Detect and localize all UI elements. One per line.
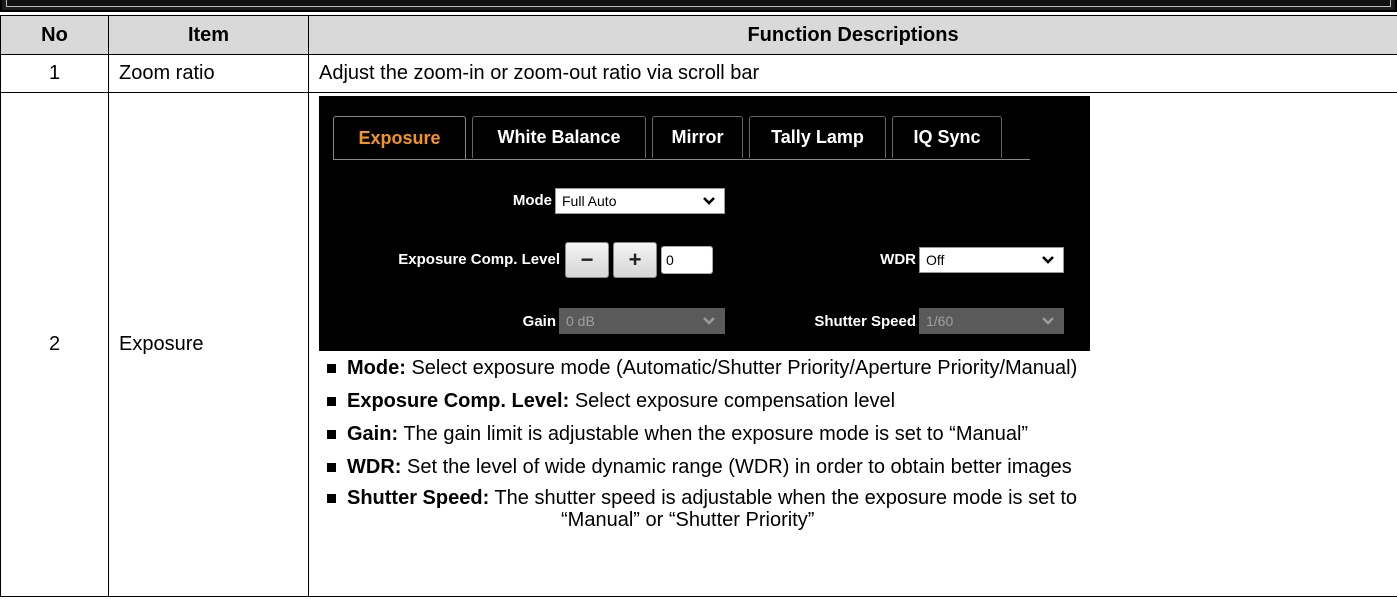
bullet-text: The gain limit is adjustable when the ex… <box>398 423 1029 445</box>
settings-tabs: Exposure White Balance Mirror Tally Lamp… <box>333 116 1008 160</box>
bullet-square-icon <box>327 397 336 406</box>
gain-select[interactable]: 0 dB <box>559 308 725 334</box>
wdr-select[interactable]: Off <box>919 247 1064 273</box>
gain-label: Gain <box>522 313 556 330</box>
row-no: 1 <box>0 54 109 93</box>
shutter-speed-select-value: 1/60 <box>926 313 954 329</box>
top-border-inner <box>6 0 1391 7</box>
exp-comp-minus-button[interactable]: − <box>565 242 609 278</box>
bullet-text: Select exposure compensation level <box>569 390 896 412</box>
row-no: 2 <box>0 92 109 597</box>
chevron-down-icon <box>1042 317 1054 325</box>
header-desc: Function Descriptions <box>308 15 1397 55</box>
bullet-square-icon <box>327 430 336 439</box>
exposure-bullet-list: Mode: Select exposure mode (Automatic/Sh… <box>319 357 1397 535</box>
tab-underline <box>333 159 1030 160</box>
mode-label: Mode <box>512 192 552 209</box>
tab-iq-sync[interactable]: IQ Sync <box>892 116 1002 158</box>
exposure-settings-panel: Exposure White Balance Mirror Tally Lamp… <box>319 96 1090 351</box>
mode-select[interactable]: Full Auto <box>555 188 725 214</box>
shutter-speed-label: Shutter Speed <box>814 313 916 330</box>
list-item: Gain: The gain limit is adjustable when … <box>319 423 1397 456</box>
bullet-term: Shutter Speed: <box>347 487 490 509</box>
bullet-square-icon <box>327 364 336 373</box>
list-item: Mode: Select exposure mode (Automatic/Sh… <box>319 357 1397 390</box>
shutter-speed-select[interactable]: 1/60 <box>919 308 1064 334</box>
wdr-label: WDR <box>880 251 916 268</box>
table-row: 1 Zoom ratio Adjust the zoom-in or zoom-… <box>0 54 1397 93</box>
bullet-square-icon <box>327 494 336 503</box>
tab-exposure[interactable]: Exposure <box>333 116 466 160</box>
top-border-strip <box>0 0 1397 12</box>
header-item: Item <box>108 15 309 55</box>
exp-comp-label: Exposure Comp. Level <box>398 251 560 268</box>
bullet-term: Exposure Comp. Level: <box>347 390 570 412</box>
list-item: WDR: Set the level of wide dynamic range… <box>319 456 1397 489</box>
gain-select-value: 0 dB <box>566 313 595 329</box>
tab-white-balance[interactable]: White Balance <box>472 116 646 158</box>
header-no: No <box>0 15 109 55</box>
table-row: 2 Exposure Exposure White Balance Mirror… <box>0 92 1397 597</box>
wdr-select-value: Off <box>926 252 945 268</box>
tab-mirror[interactable]: Mirror <box>652 116 743 158</box>
list-item: Shutter Speed: The shutter speed is adju… <box>319 487 1397 535</box>
row-item: Exposure <box>108 92 309 597</box>
chevron-down-icon <box>1042 256 1054 264</box>
list-item: Exposure Comp. Level: Select exposure co… <box>319 390 1397 423</box>
bullet-square-icon <box>327 463 336 472</box>
bullet-text-continued: “Manual” or “Shutter Priority” <box>561 509 815 531</box>
function-table: No Item Function Descriptions 1 Zoom rat… <box>0 15 1397 597</box>
bullet-text: Set the level of wide dynamic range (WDR… <box>401 456 1072 478</box>
bullet-term: Gain: <box>347 423 399 445</box>
bullet-text: Select exposure mode (Automatic/Shutter … <box>405 357 1078 379</box>
exposure-desc-cell: Exposure White Balance Mirror Tally Lamp… <box>308 92 1397 597</box>
bullet-term: Mode: <box>347 357 406 379</box>
mode-select-value: Full Auto <box>562 193 617 209</box>
tab-tally-lamp[interactable]: Tally Lamp <box>749 116 886 158</box>
bullet-term: WDR: <box>347 456 402 478</box>
bullet-text: The shutter speed is adjustable when the… <box>489 487 1078 509</box>
row-item: Zoom ratio <box>108 54 309 93</box>
exp-comp-plus-button[interactable]: + <box>613 242 657 278</box>
exp-comp-input[interactable]: 0 <box>661 246 713 274</box>
header-row: No Item Function Descriptions <box>0 15 1397 55</box>
chevron-down-icon <box>703 197 715 205</box>
row-desc: Adjust the zoom-in or zoom-out ratio via… <box>308 54 1397 93</box>
chevron-down-icon <box>703 317 715 325</box>
